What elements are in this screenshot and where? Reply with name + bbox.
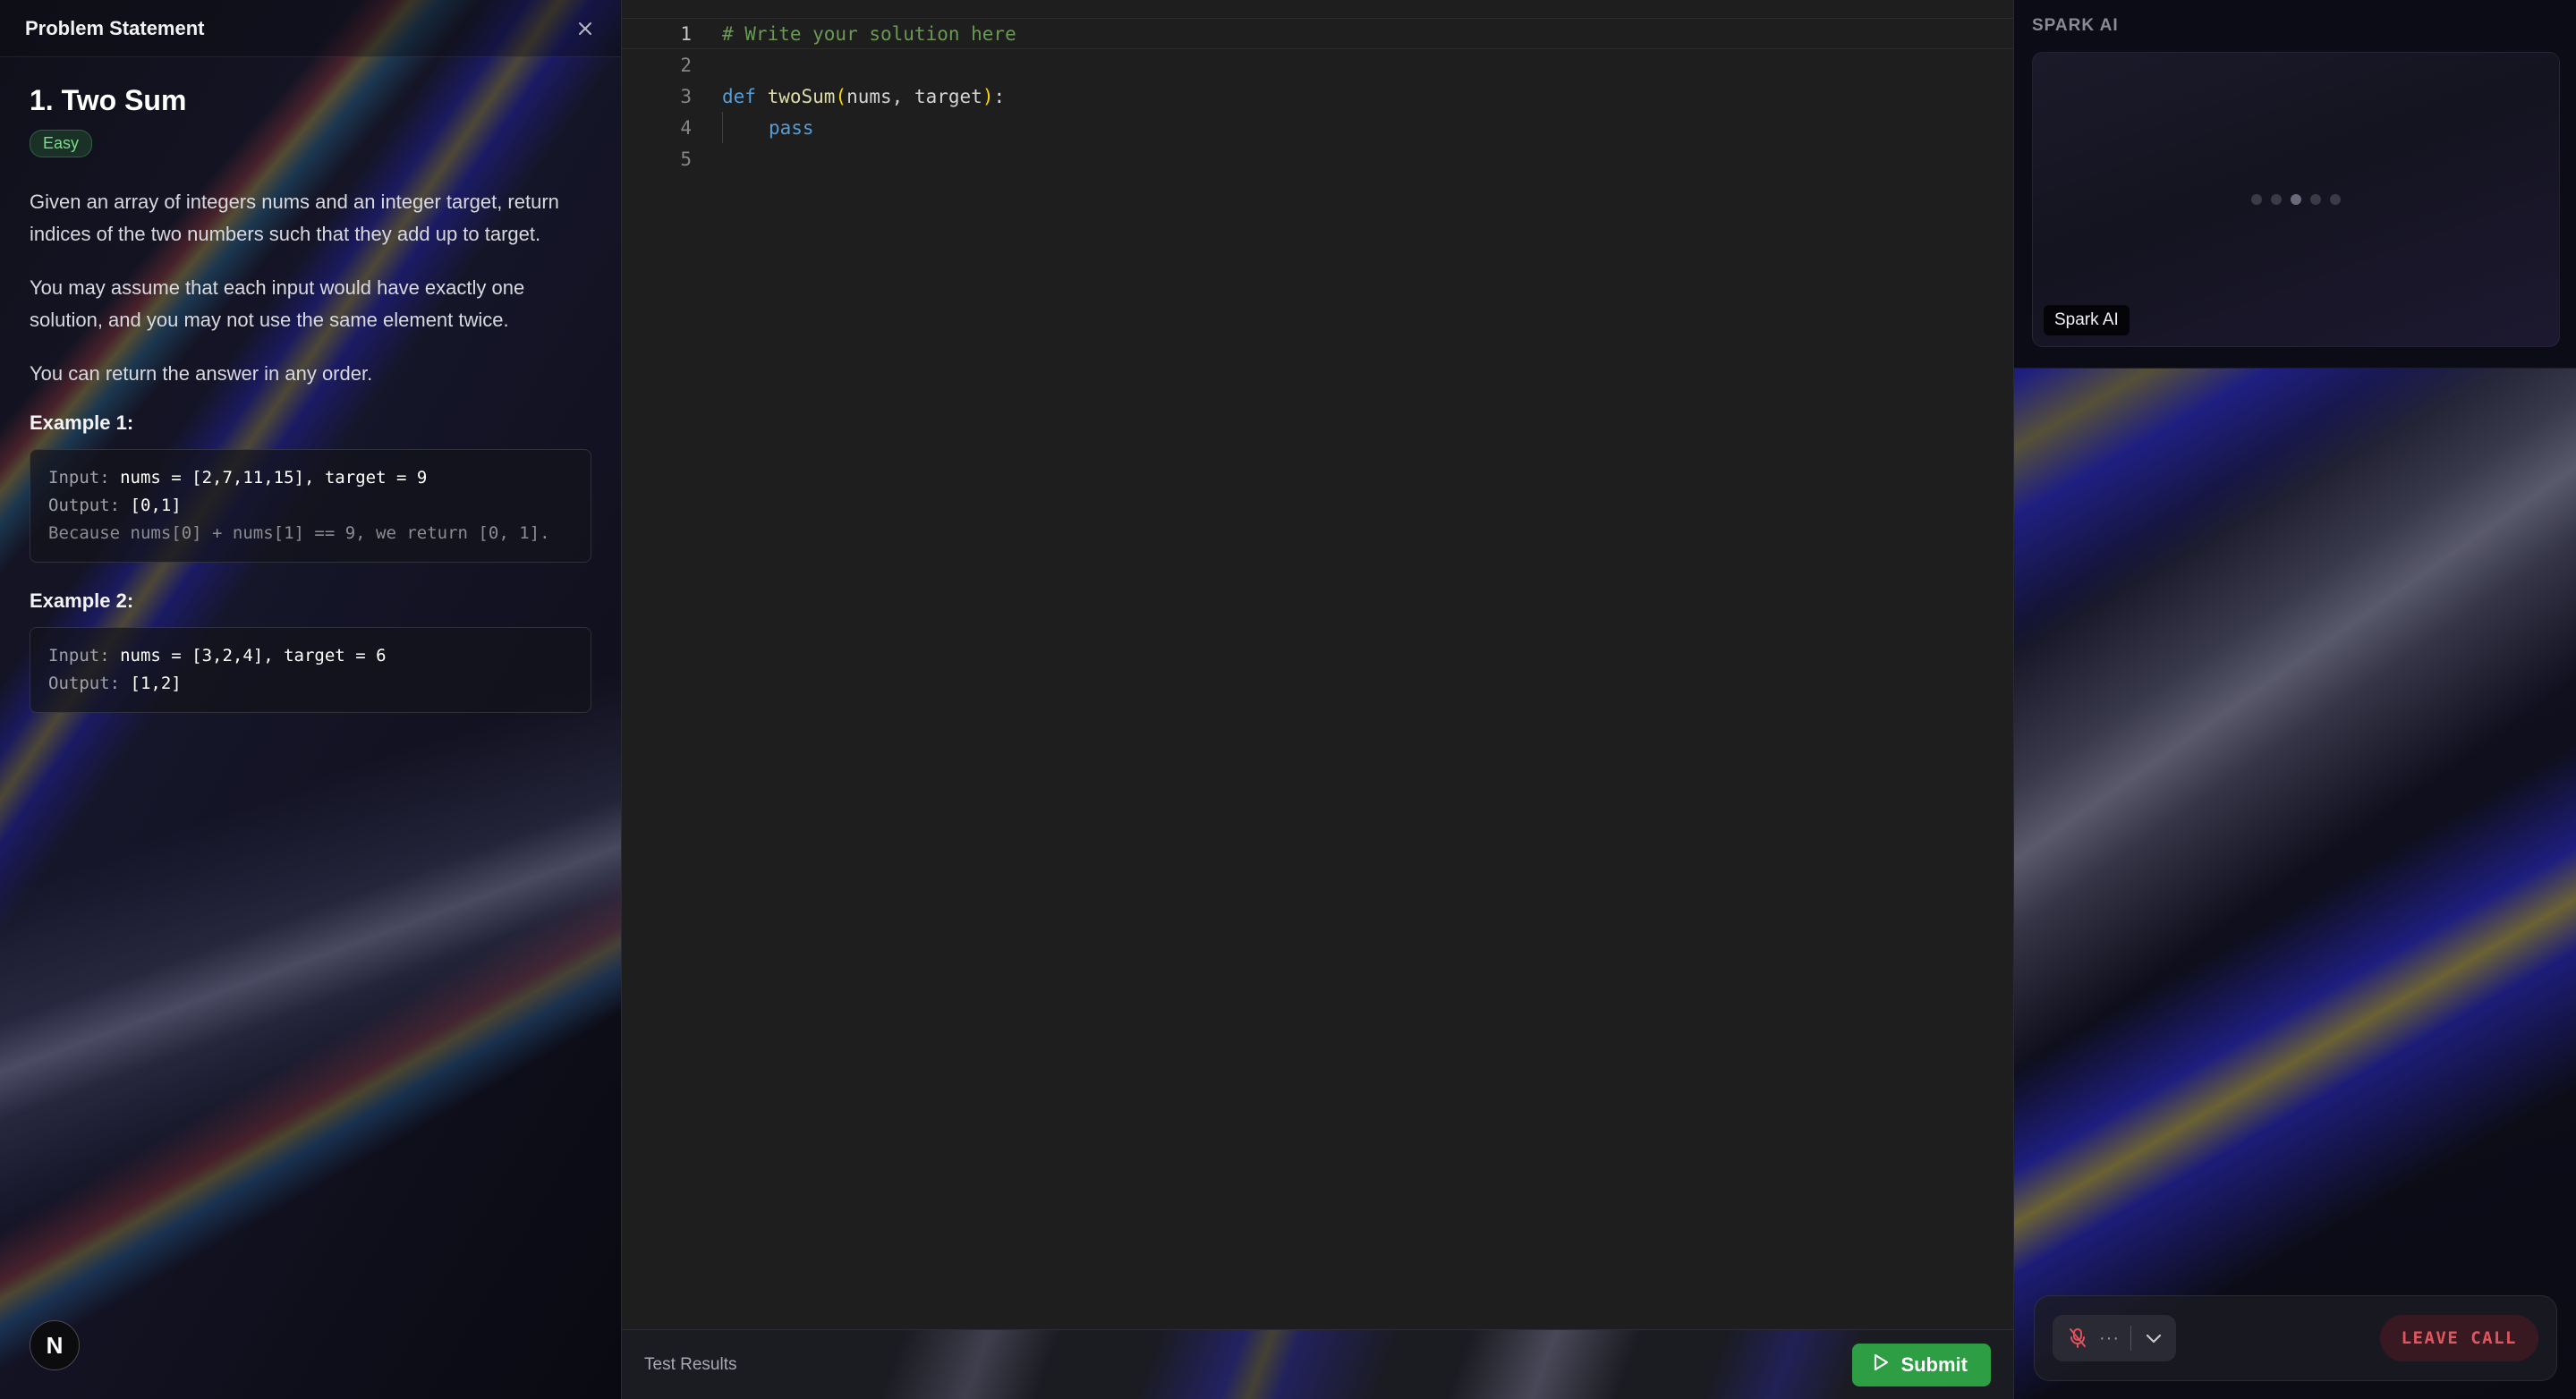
example-output-value: [1,2]: [130, 674, 182, 693]
line-number: 4: [680, 116, 692, 139]
example-input-value: nums = [2,7,11,15], target = 9: [120, 468, 428, 488]
example-input-line: Input: nums = [3,2,4], target = 6: [48, 642, 573, 670]
example-heading: Example 1:: [30, 411, 134, 434]
spark-ai-header: SPARK AI: [2032, 16, 2119, 35]
code-text[interactable]: # Write your solution here: [711, 18, 2013, 49]
problem-body: 1. Two Sum Easy Given an array of intege…: [0, 57, 621, 713]
problem-description: Given an array of integers nums and an i…: [30, 191, 559, 245]
example-box: Input: nums = [2,7,11,15], target = 9 Ou…: [30, 449, 591, 563]
play-icon: [1872, 1352, 1890, 1378]
code-editor[interactable]: 1 # Write your solution here 2 3 def two…: [622, 0, 2013, 1329]
submit-button[interactable]: Submit: [1852, 1343, 1991, 1386]
problem-panel-header: Problem Statement: [0, 0, 621, 57]
code-line[interactable]: 2: [622, 49, 2013, 81]
call-controls: ··· LEAVE CALL: [2034, 1295, 2557, 1381]
spark-ai-section: SPARK AI Spark AI: [2014, 0, 2576, 369]
example-output-label: Output:: [48, 496, 121, 515]
problem-description: You may assume that each input would hav…: [30, 276, 525, 331]
code-line[interactable]: 4 pass: [622, 112, 2013, 143]
code-comment: # Write your solution here: [722, 22, 1016, 45]
loading-dot: [2330, 194, 2341, 205]
loading-dot: [2251, 194, 2262, 205]
code-line[interactable]: 5: [622, 143, 2013, 174]
close-icon[interactable]: [574, 18, 596, 39]
leave-call-button[interactable]: LEAVE CALL: [2379, 1315, 2538, 1361]
loading-dot: [2271, 194, 2282, 205]
example-heading: Example 2:: [30, 589, 134, 612]
mic-control-group[interactable]: ···: [2053, 1315, 2176, 1361]
difficulty-badge: Easy: [30, 130, 93, 157]
problem-panel-title: Problem Statement: [25, 16, 205, 39]
indent-guide: [722, 112, 769, 143]
example-output-value: [0,1]: [130, 496, 182, 515]
divider: [2130, 1326, 2131, 1351]
code-line[interactable]: 1 # Write your solution here: [622, 18, 2013, 49]
code-colon: :: [993, 85, 1006, 107]
code-paren: (: [835, 85, 847, 107]
mic-off-icon[interactable]: [2067, 1327, 2088, 1349]
code-text[interactable]: def twoSum(nums, target):: [711, 81, 2013, 112]
example-input-line: Input: nums = [2,7,11,15], target = 9: [48, 464, 573, 492]
problem-panel: Problem Statement 1. Two Sum Easy Given …: [0, 0, 622, 1399]
problem-description: You can return the answer in any order.: [30, 362, 373, 385]
results-bar: Test Results Submit: [622, 1329, 2013, 1399]
code-params: nums, target: [846, 85, 982, 107]
code-text[interactable]: [711, 49, 2013, 81]
submit-label: Submit: [1900, 1352, 1968, 1376]
example-input-label: Input:: [48, 646, 110, 666]
line-number: 2: [680, 54, 692, 76]
line-number: 1: [680, 22, 692, 45]
example-box: Input: nums = [3,2,4], target = 6 Output…: [30, 627, 591, 713]
code-function-name: twoSum: [767, 85, 836, 107]
spark-ai-panel: SPARK AI Spark AI ··· LEAVE CALL: [2013, 0, 2576, 1399]
example-output-label: Output:: [48, 674, 121, 693]
test-results-tab[interactable]: Test Results: [644, 1355, 736, 1375]
line-number: 3: [680, 85, 692, 107]
ai-video-tile: Spark AI: [2032, 52, 2560, 347]
app-logo[interactable]: N: [30, 1320, 80, 1370]
code-paren: ): [982, 85, 994, 107]
example-explanation: Because nums[0] + nums[1] == 9, we retur…: [48, 523, 550, 543]
loading-dot: [2310, 194, 2321, 205]
code-keyword: def: [722, 85, 756, 107]
example-output-line: Output: [1,2]: [48, 670, 573, 698]
participant-label: Spark AI: [2044, 305, 2130, 335]
dots-icon: ···: [2099, 1327, 2120, 1348]
code-text[interactable]: pass: [711, 112, 2013, 143]
example-output-line: Output: [0,1]: [48, 492, 573, 520]
code-line[interactable]: 3 def twoSum(nums, target):: [622, 81, 2013, 112]
code-keyword: pass: [769, 116, 814, 139]
problem-title: 1. Two Sum: [30, 84, 187, 116]
code-text[interactable]: [711, 143, 2013, 174]
line-number: 5: [680, 148, 692, 170]
example-input-value: nums = [3,2,4], target = 6: [120, 646, 387, 666]
chevron-down-icon[interactable]: [2142, 1327, 2165, 1350]
loading-indicator: [2251, 194, 2341, 205]
loading-dot: [2291, 194, 2301, 205]
code-lines[interactable]: 1 # Write your solution here 2 3 def two…: [622, 0, 2013, 174]
example-input-label: Input:: [48, 468, 110, 488]
